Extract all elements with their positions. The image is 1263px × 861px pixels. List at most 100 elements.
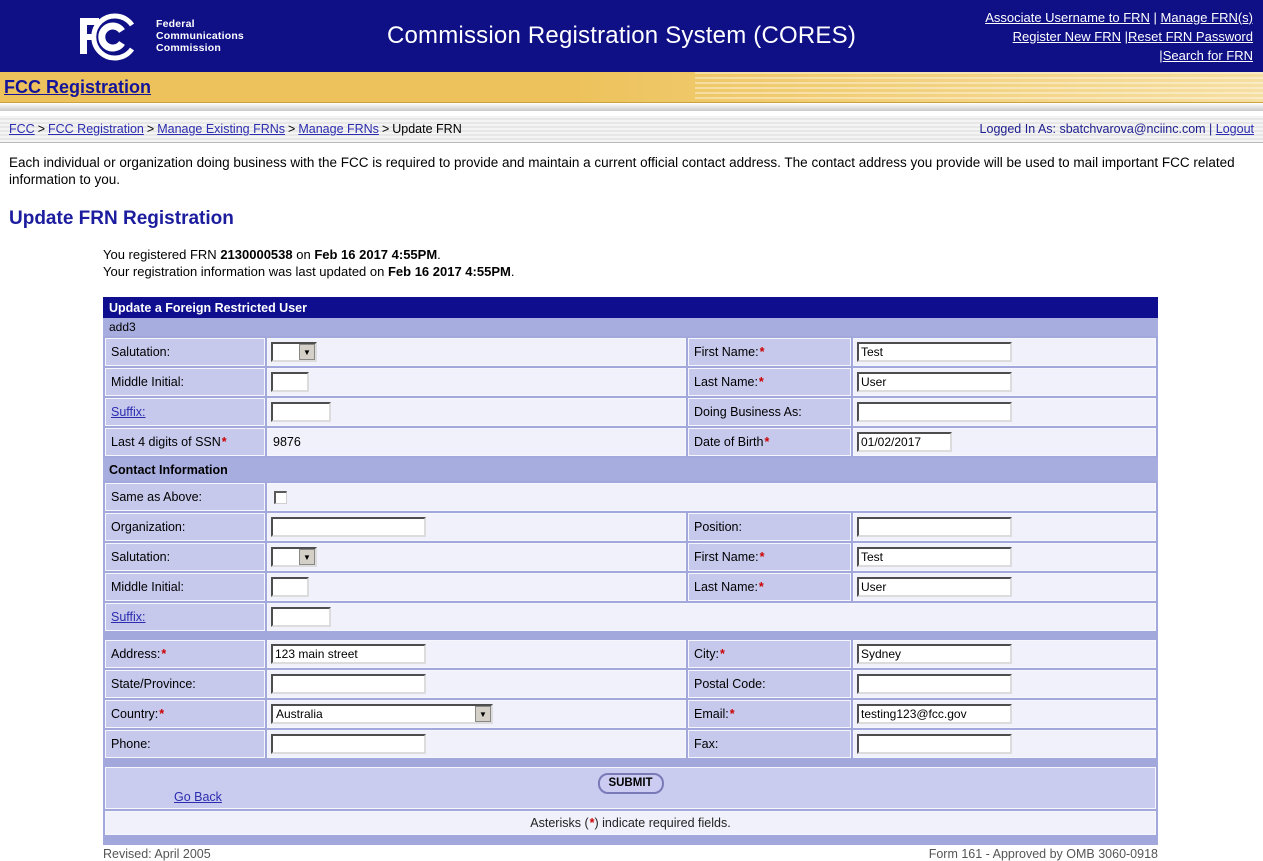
go-back-link[interactable]: Go Back: [174, 790, 222, 804]
contact-last-name-label: Last Name:*: [688, 573, 851, 601]
fax-input[interactable]: [857, 734, 1012, 754]
last-name-input[interactable]: [857, 372, 1012, 392]
note-suffix: ) indicate required fields.: [595, 816, 731, 830]
fcc-registration-link[interactable]: FCC Registration: [4, 77, 151, 98]
first-name-input[interactable]: [857, 342, 1012, 362]
search-for-frn-link[interactable]: Search for FRN: [1163, 48, 1253, 63]
dob-input[interactable]: [857, 432, 952, 452]
row-address-city: Address:* City:*: [105, 640, 1156, 668]
required-asterisk: *: [730, 707, 735, 721]
salutation-label: Salutation:: [105, 338, 265, 366]
city-field: [853, 640, 1156, 668]
salutation-select[interactable]: ▼: [271, 342, 317, 362]
phone-field: [267, 730, 686, 758]
city-label: City:*: [688, 640, 851, 668]
actions-row: SUBMIT Go Back: [105, 767, 1156, 809]
registered-date: Feb 16 2017 4:55PM: [314, 247, 437, 262]
contact-middle-initial-input[interactable]: [271, 577, 309, 597]
row-phone-fax: Phone: Fax:: [105, 730, 1156, 758]
manage-frns-link[interactable]: Manage FRN(s): [1161, 10, 1253, 25]
contact-suffix-link[interactable]: Suffix:: [111, 610, 146, 624]
contact-first-name-input[interactable]: [857, 547, 1012, 567]
contact-first-name-field: [853, 543, 1156, 571]
required-asterisk: *: [760, 345, 765, 359]
section-gap: [103, 631, 1158, 638]
chevron-down-icon[interactable]: ▼: [299, 344, 315, 360]
middle-initial-input[interactable]: [271, 372, 309, 392]
page-footer: Revised: April 2005 Form 161 - Approved …: [103, 847, 1158, 861]
reset-frn-password-link[interactable]: Reset FRN Password: [1128, 29, 1253, 44]
row-suffix-dba: Suffix: Doing Business As:: [105, 398, 1156, 426]
country-select[interactable]: Australia ▼: [271, 704, 493, 724]
state-label: State/Province:: [105, 670, 265, 698]
associate-username-link[interactable]: Associate Username to FRN: [985, 10, 1150, 25]
phone-label: Phone:: [105, 730, 265, 758]
contact-suffix-field: [267, 603, 1156, 631]
organization-input[interactable]: [271, 517, 426, 537]
session-info: Logged In As: sbatchvarova@nciinc.com | …: [980, 122, 1254, 136]
header-nav: Associate Username to FRN | Manage FRN(s…: [923, 8, 1253, 65]
phone-input[interactable]: [271, 734, 426, 754]
reg-line1-prefix: You registered FRN: [103, 247, 220, 262]
logout-link[interactable]: Logout: [1216, 122, 1254, 136]
breadcrumb-separator: >: [144, 122, 157, 136]
email-label: Email:*: [688, 700, 851, 728]
first-name-field: [853, 338, 1156, 366]
address-input[interactable]: [271, 644, 426, 664]
form-title-bar: Update a Foreign Restricted User: [103, 297, 1158, 318]
contact-suffix-input[interactable]: [271, 607, 331, 627]
same-as-above-checkbox[interactable]: [274, 491, 287, 504]
city-input[interactable]: [857, 644, 1012, 664]
postal-code-label: Postal Code:: [688, 670, 851, 698]
contact-salutation-select[interactable]: ▼: [271, 547, 317, 567]
row-contact-suffix: Suffix:: [105, 603, 1156, 631]
row-middleinitial-lastname: Middle Initial: Last Name:*: [105, 368, 1156, 396]
row-salutation-firstname: Salutation: ▼ First Name:*: [105, 338, 1156, 366]
breadcrumb-manage-frns[interactable]: Manage FRNs: [298, 122, 379, 136]
nav-separator: |: [1150, 10, 1161, 25]
note-prefix: Asterisks (: [530, 816, 588, 830]
contact-suffix-label: Suffix:: [105, 603, 265, 631]
chevron-down-icon[interactable]: ▼: [475, 706, 491, 722]
register-new-frn-link[interactable]: Register New FRN: [1013, 29, 1121, 44]
reg-line1-mid: on: [293, 247, 315, 262]
dba-input[interactable]: [857, 402, 1012, 422]
chevron-down-icon[interactable]: ▼: [299, 549, 315, 565]
postal-code-field: [853, 670, 1156, 698]
contact-first-name-label: First Name:*: [688, 543, 851, 571]
nav-separator: |: [1121, 29, 1128, 44]
suffix-link[interactable]: Suffix:: [111, 405, 146, 419]
position-input[interactable]: [857, 517, 1012, 537]
required-asterisk: *: [159, 707, 164, 721]
breadcrumb-fcc[interactable]: FCC: [9, 122, 35, 136]
footer-form-info: Form 161 - Approved by OMB 3060-0918: [929, 847, 1158, 861]
row-organization-position: Organization: Position:: [105, 513, 1156, 541]
suffix-input[interactable]: [271, 402, 331, 422]
required-asterisk: *: [222, 435, 227, 449]
submit-button[interactable]: SUBMIT: [597, 773, 663, 794]
organization-field: [267, 513, 686, 541]
fax-field: [853, 730, 1156, 758]
row-state-postal: State/Province: Postal Code:: [105, 670, 1156, 698]
required-fields-note: Asterisks (*) indicate required fields.: [105, 811, 1156, 835]
breadcrumb-manage-existing-frns[interactable]: Manage Existing FRNs: [157, 122, 285, 136]
email-input[interactable]: [857, 704, 1012, 724]
row-country-email: Country:* Australia ▼ Email:*: [105, 700, 1156, 728]
state-input[interactable]: [271, 674, 426, 694]
agency-line-1: Federal: [156, 18, 244, 30]
last-name-field: [853, 368, 1156, 396]
contact-last-name-input[interactable]: [857, 577, 1012, 597]
breadcrumb-current: Update FRN: [392, 122, 461, 136]
reg-line2-prefix: Your registration information was last u…: [103, 264, 388, 279]
ssn-field: 9876: [267, 428, 686, 456]
postal-code-input[interactable]: [857, 674, 1012, 694]
row-ssn-dob: Last 4 digits of SSN* 9876 Date of Birth…: [105, 428, 1156, 456]
ssn-label: Last 4 digits of SSN*: [105, 428, 265, 456]
intro-text: Each individual or organization doing bu…: [9, 154, 1254, 188]
row-same-as-above: Same as Above:: [105, 483, 1156, 511]
breadcrumb-fcc-registration[interactable]: FCC Registration: [48, 122, 144, 136]
first-name-label: First Name:*: [688, 338, 851, 366]
section-gap: [103, 758, 1158, 765]
contact-middle-initial-label: Middle Initial:: [105, 573, 265, 601]
contact-last-name-field: [853, 573, 1156, 601]
